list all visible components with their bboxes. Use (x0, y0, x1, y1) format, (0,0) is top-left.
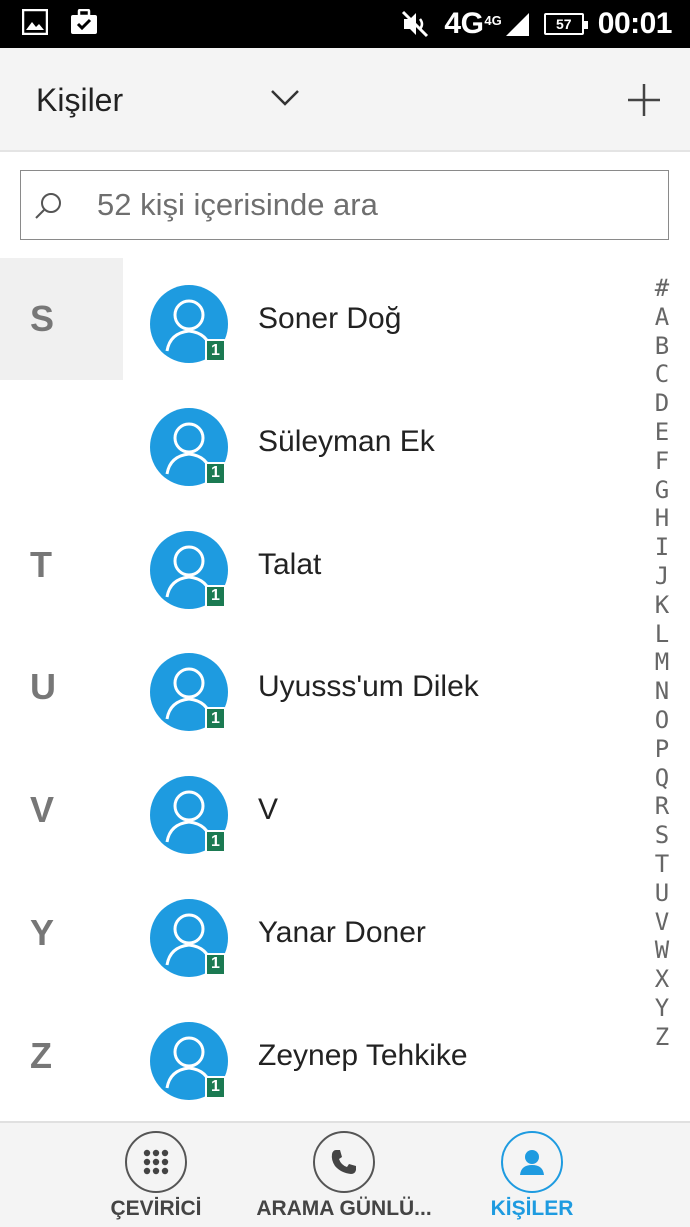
contact-name: V (258, 793, 279, 827)
search-box (20, 170, 669, 240)
index-letter[interactable]: N (655, 677, 669, 706)
index-letter[interactable]: Q (655, 764, 669, 793)
sim-badge: 1 (205, 339, 226, 362)
network-type: 4G (444, 7, 484, 40)
tab-contacts[interactable]: KİŞİLER (432, 1123, 632, 1227)
index-letter[interactable]: M (655, 648, 669, 677)
index-letter[interactable]: # (655, 274, 669, 303)
list-item[interactable]: Z 1 Zeynep Tehkike (0, 995, 640, 1118)
index-letter[interactable]: Z (655, 1023, 669, 1052)
index-letter[interactable]: S (655, 821, 669, 850)
index-letter[interactable]: G (655, 476, 669, 505)
index-letter[interactable]: O (655, 706, 669, 735)
index-letter[interactable]: L (655, 620, 669, 649)
add-contact-button[interactable] (624, 80, 664, 120)
index-letter[interactable]: I (655, 533, 669, 562)
chevron-down-icon[interactable] (268, 82, 302, 112)
page-title[interactable]: Kişiler (36, 82, 123, 119)
index-letter[interactable]: B (655, 332, 669, 361)
list-item[interactable]: S 1 Soner Doğ (0, 258, 640, 381)
tab-call-log[interactable]: ARAMA GÜNLÜ... (244, 1123, 444, 1227)
index-letter[interactable]: P (655, 735, 669, 764)
index-letter[interactable]: V (655, 908, 669, 937)
bottom-nav: ÇEVİRİCİ ARAMA GÜNLÜ... KİŞİLER (0, 1121, 690, 1227)
contact-name: Talat (258, 547, 322, 581)
index-letter[interactable]: A (655, 303, 669, 332)
signal-icon (505, 13, 529, 36)
tab-label: KİŞİLER (490, 1197, 574, 1220)
sim-badge: 1 (205, 707, 226, 731)
list-item[interactable]: Y 1 Yanar Doner (0, 872, 640, 995)
search-input[interactable] (97, 171, 657, 238)
toolbar: Kişiler (0, 48, 690, 152)
section-letter (0, 381, 123, 503)
index-letter[interactable]: C (655, 360, 669, 389)
alphabet-index[interactable]: # A B C D E F G H I J K L M N O P Q R S … (648, 274, 676, 1052)
sim-badge: 1 (205, 830, 226, 854)
index-letter[interactable]: X (655, 965, 669, 994)
index-letter[interactable]: U (655, 879, 669, 908)
clock: 00:01 (597, 7, 673, 40)
image-notification-icon (22, 9, 48, 35)
vibrate-mute-icon (402, 10, 429, 38)
contact-name: Soner Doğ (258, 302, 402, 335)
phone-icon (313, 1131, 375, 1193)
contact-name: Süleyman Ek (258, 424, 435, 458)
list-item[interactable]: U 1 Uyusss'um Dilek (0, 626, 640, 749)
index-letter[interactable]: R (655, 792, 669, 821)
section-letter: Y (30, 911, 55, 953)
sim-badge: 1 (205, 952, 226, 976)
section-letter: T (30, 543, 52, 585)
status-bar: 4G 4G 57 00:01 (0, 0, 690, 48)
index-letter[interactable]: J (655, 562, 669, 591)
list-item[interactable]: V 1 V (0, 749, 640, 872)
index-letter[interactable]: D (655, 389, 669, 418)
tab-label: ARAMA GÜNLÜ... (256, 1197, 432, 1220)
tab-dialer[interactable]: ÇEVİRİCİ (56, 1123, 256, 1227)
index-letter[interactable]: W (655, 936, 669, 965)
index-letter[interactable]: F (655, 447, 669, 476)
list-item[interactable]: T 1 Talat (0, 504, 640, 627)
contact-name: Yanar Doner (258, 915, 426, 949)
contact-name: Uyusss'um Dilek (258, 670, 479, 704)
list-item[interactable]: 1 Süleyman Ek (0, 381, 640, 504)
contact-list: S 1 Soner Doğ 1 Süleyman Ek T 1 Talat U (0, 258, 640, 1118)
tab-label: ÇEVİRİCİ (110, 1197, 202, 1220)
index-letter[interactable]: K (655, 591, 669, 620)
contact-name: Zeynep Tehkike (258, 1038, 468, 1072)
network-type-small: 4G (484, 13, 502, 28)
section-letter: V (30, 789, 55, 831)
index-letter[interactable]: E (655, 418, 669, 447)
sim-badge: 1 (205, 1075, 226, 1099)
sim-badge: 1 (205, 461, 226, 485)
index-letter[interactable]: H (655, 504, 669, 533)
dialpad-icon (125, 1131, 187, 1193)
person-icon (501, 1131, 563, 1193)
section-letter: U (30, 666, 56, 708)
briefcase-check-icon (71, 9, 97, 34)
section-letter: S (0, 258, 123, 380)
section-letter: Z (30, 1034, 52, 1076)
search-icon (35, 193, 61, 219)
sim-badge: 1 (205, 584, 226, 608)
index-letter[interactable]: Y (655, 994, 669, 1023)
battery-icon: 57 (543, 13, 588, 35)
index-letter[interactable]: T (655, 850, 669, 879)
battery-level: 57 (555, 16, 572, 32)
